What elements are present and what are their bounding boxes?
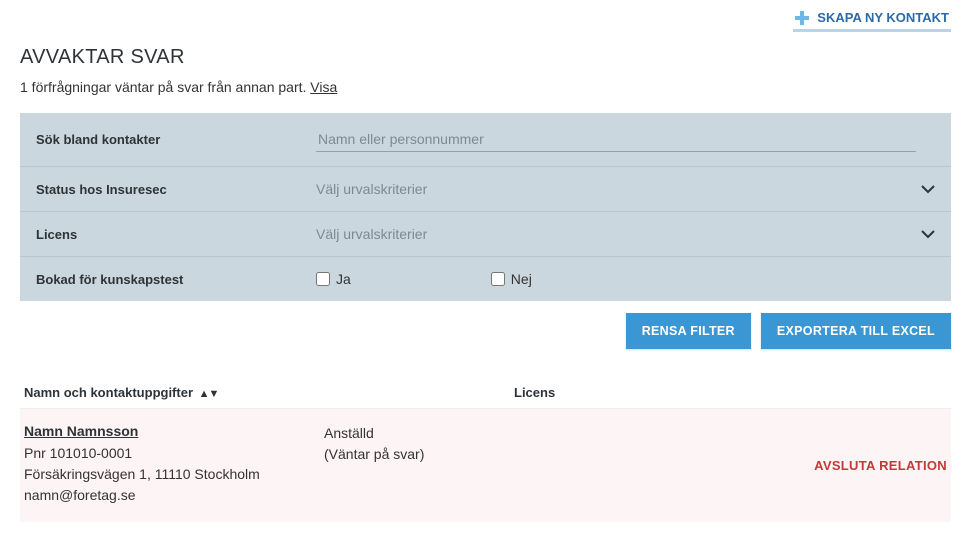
status-placeholder: Välj urvalskriterier: [316, 181, 427, 197]
search-input[interactable]: [316, 127, 916, 152]
status-label: Status hos Insuresec: [36, 182, 316, 197]
clear-filter-button[interactable]: RENSA FILTER: [626, 313, 751, 349]
column-header-license[interactable]: Licens: [514, 385, 784, 400]
booked-no-label: Nej: [511, 271, 532, 287]
column-name-label: Namn och kontaktuppgifter: [24, 385, 193, 400]
booked-no-checkbox[interactable]: [491, 272, 505, 286]
search-label: Sök bland kontakter: [36, 132, 316, 147]
filter-row-license[interactable]: Licens Välj urvalskriterier: [20, 212, 951, 257]
license-placeholder: Välj urvalskriterier: [316, 226, 427, 242]
chevron-down-icon[interactable]: [921, 229, 935, 239]
booked-label: Bokad för kunskapstest: [36, 272, 316, 287]
contact-address: Försäkringsvägen 1, 11110 Stockholm: [24, 464, 324, 485]
pending-show-link[interactable]: Visa: [310, 79, 337, 95]
contact-status: (Väntar på svar): [324, 444, 594, 465]
table-row: Namn Namnsson Pnr 101010-0001 Försäkring…: [20, 408, 951, 522]
table-header: Namn och kontaktuppgifter ▲▼ Licens: [20, 377, 951, 408]
contact-name-link[interactable]: Namn Namnsson: [24, 423, 138, 439]
booked-yes-option[interactable]: Ja: [316, 271, 351, 287]
plus-icon: [795, 11, 809, 25]
end-relation-button[interactable]: AVSLUTA RELATION: [814, 458, 947, 473]
contact-email: namn@foretag.se: [24, 485, 324, 506]
contact-role: Anställd: [324, 423, 594, 444]
filter-row-status[interactable]: Status hos Insuresec Välj urvalskriterie…: [20, 167, 951, 212]
pending-prefix: 1 förfrågningar väntar på svar från anna…: [20, 79, 310, 95]
chevron-down-icon[interactable]: [921, 184, 935, 194]
filter-row-booked: Bokad för kunskapstest Ja Nej: [20, 257, 951, 301]
pending-text: 1 förfrågningar väntar på svar från anna…: [20, 79, 951, 95]
contact-pnr: Pnr 101010-0001: [24, 443, 324, 464]
export-excel-button[interactable]: EXPORTERA TILL EXCEL: [761, 313, 951, 349]
filter-row-search: Sök bland kontakter: [20, 113, 951, 167]
page-title: AVVAKTAR SVAR: [20, 46, 951, 69]
booked-yes-checkbox[interactable]: [316, 272, 330, 286]
booked-no-option[interactable]: Nej: [491, 271, 532, 287]
create-contact-label: SKAPA NY KONTAKT: [817, 10, 949, 25]
column-header-name[interactable]: Namn och kontaktuppgifter ▲▼: [24, 385, 514, 400]
license-label: Licens: [36, 227, 316, 242]
filter-panel: Sök bland kontakter Status hos Insuresec…: [20, 113, 951, 301]
booked-yes-label: Ja: [336, 271, 351, 287]
sort-arrows-icon: ▲▼: [199, 388, 219, 400]
create-contact-button[interactable]: SKAPA NY KONTAKT: [793, 6, 951, 32]
